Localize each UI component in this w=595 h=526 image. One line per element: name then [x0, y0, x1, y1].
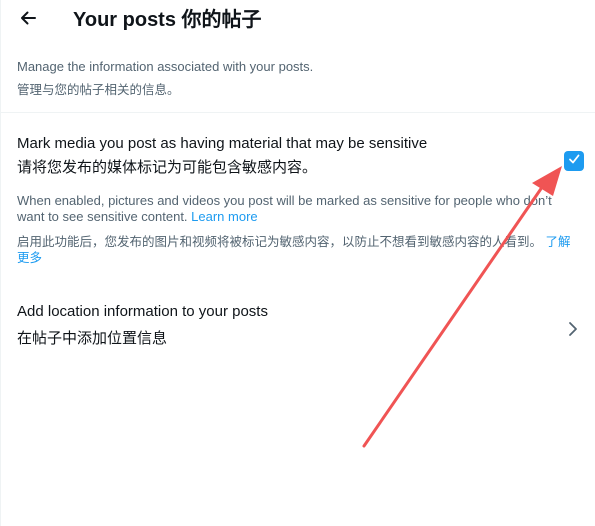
sensitive-desc-en-text: When enabled, pictures and videos you po…	[17, 193, 552, 224]
sensitive-media-checkbox[interactable]	[564, 151, 584, 171]
sensitive-desc-zh: 启用此功能后，您发布的图片和视频将被标记为敏感内容，以防止不想看到敏感内容的人看…	[17, 234, 582, 266]
sensitive-title-en: Mark media you post as having material t…	[17, 135, 428, 152]
sensitive-desc-en: When enabled, pictures and videos you po…	[17, 193, 582, 225]
back-button[interactable]	[12, 4, 44, 36]
page-title: Your posts 你的帖子	[73, 9, 262, 31]
intro-text: Manage the information associated with y…	[17, 58, 577, 99]
chevron-right-icon	[566, 321, 580, 337]
divider	[0, 112, 595, 113]
location-title-zh: 在帖子中添加位置信息	[17, 330, 168, 347]
checkmark-icon	[567, 152, 581, 171]
sensitive-desc-zh-text: 启用此功能后，您发布的图片和视频将被标记为敏感内容，以防止不想看到敏感内容的人看…	[17, 235, 546, 249]
location-title-en: Add location information to your posts	[17, 303, 268, 320]
intro-zh: 管理与您的帖子相关的信息。	[17, 83, 180, 97]
frame-border	[0, 0, 1, 526]
intro-en: Manage the information associated with y…	[17, 59, 314, 74]
page-header: Your posts 你的帖子	[0, 0, 595, 40]
learn-more-link[interactable]: Learn more	[191, 209, 257, 224]
sensitive-media-setting[interactable]: Mark media you post as having material t…	[17, 135, 542, 177]
location-info-setting[interactable]: Add location information to your posts 在…	[0, 293, 595, 363]
arrow-left-icon	[18, 8, 38, 33]
sensitive-title-zh: 请将您发布的媒体标记为可能包含敏感内容。	[17, 159, 318, 176]
sensitive-description: When enabled, pictures and videos you po…	[17, 193, 582, 266]
